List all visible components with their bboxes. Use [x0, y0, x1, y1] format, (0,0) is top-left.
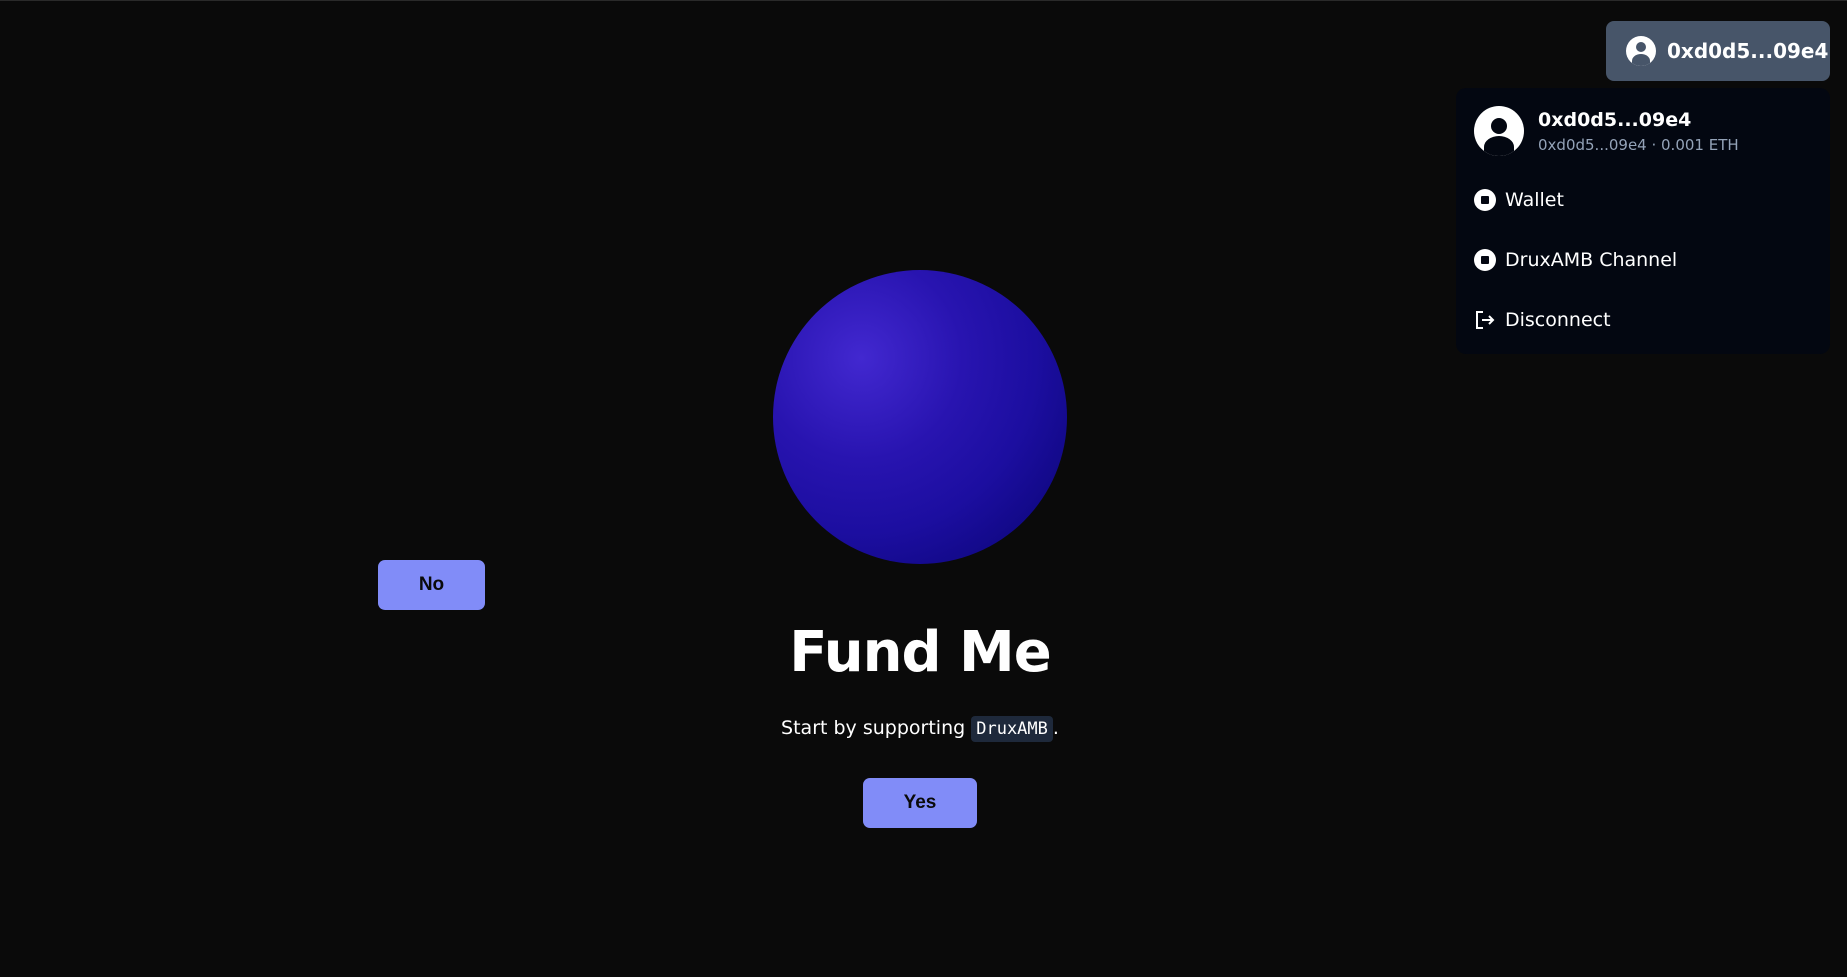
account-button[interactable]: 0xd0d5...09e4 — [1606, 21, 1830, 81]
account-dropdown: 0xd0d5...09e4 0xd0d5...09e4 · 0.001 ETH … — [1456, 88, 1830, 354]
no-button[interactable]: No — [378, 560, 485, 610]
yes-button[interactable]: Yes — [863, 778, 977, 828]
menu-item-label: Disconnect — [1505, 309, 1611, 331]
subtitle-text: Start by supporting — [781, 717, 966, 739]
dropdown-account-balance: 0xd0d5...09e4 · 0.001 ETH — [1538, 136, 1739, 154]
disconnect-icon — [1476, 311, 1495, 329]
page-subtitle: Start by supporting DruxAMB. — [0, 716, 1840, 742]
user-avatar-icon — [1626, 36, 1656, 66]
avatar — [1474, 106, 1524, 156]
channel-icon — [1474, 249, 1496, 271]
menu-item-channel[interactable]: DruxAMB Channel — [1474, 245, 1677, 275]
top-border — [0, 0, 1847, 1]
dropdown-account-name: 0xd0d5...09e4 — [1538, 109, 1692, 131]
page-title: Fund Me — [789, 620, 1052, 685]
code-tag: DruxAMB — [971, 716, 1053, 742]
menu-item-disconnect[interactable]: Disconnect — [1474, 305, 1611, 335]
menu-item-label: DruxAMB Channel — [1505, 249, 1678, 271]
wallet-icon — [1474, 189, 1496, 211]
menu-item-label: Wallet — [1505, 189, 1564, 211]
account-address: 0xd0d5...09e4 — [1667, 39, 1829, 63]
dropdown-header: 0xd0d5...09e4 0xd0d5...09e4 · 0.001 ETH — [1474, 106, 1739, 156]
subtitle-period: . — [1052, 717, 1059, 739]
menu-item-wallet[interactable]: Wallet — [1474, 185, 1564, 215]
hero-sphere — [773, 270, 1067, 564]
